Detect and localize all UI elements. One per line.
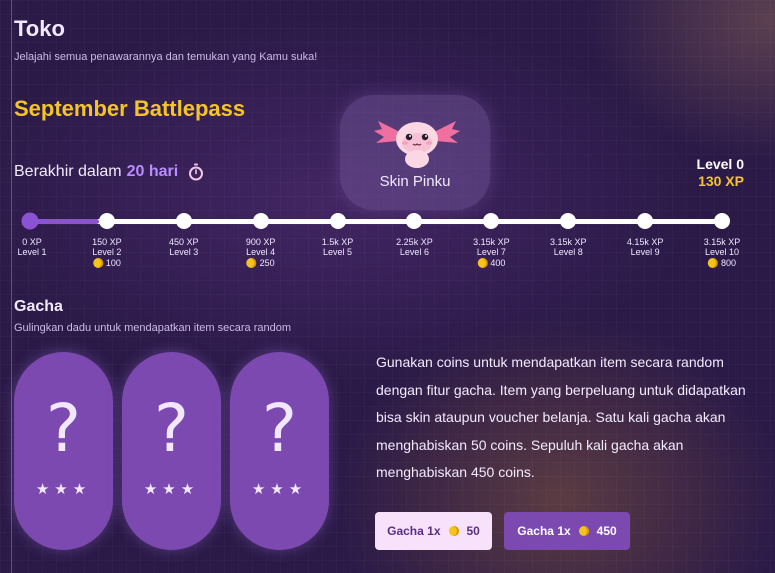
level-name: Level 2 — [92, 247, 122, 257]
page-title: Toko — [14, 16, 65, 41]
level-xp: 3.15k XP — [473, 237, 510, 247]
level-label: 3.15k XP Level 10 800 — [703, 237, 741, 268]
axolotl-icon — [374, 121, 460, 168]
level-node[interactable] — [406, 213, 423, 229]
gacha-capsule[interactable]: ? ★★★ — [230, 352, 329, 550]
mystery-icon: ? — [153, 390, 190, 467]
level-name: Level 5 — [323, 247, 353, 257]
level-node[interactable] — [21, 212, 39, 230]
level-xp: 2.25k XP — [396, 237, 433, 247]
button-cost: 50 — [466, 524, 480, 538]
gacha-10x-button[interactable]: Gacha 1x 450 — [504, 512, 630, 550]
level-label: 0 XP Level 1 — [17, 237, 46, 257]
level-xp: 3.15k XP — [703, 237, 741, 247]
level-xp: 3.15k XP — [549, 237, 587, 247]
skin-name: Skin Pinku — [379, 173, 451, 190]
level-xp: 0 XP — [22, 237, 42, 247]
gacha-1x-button[interactable]: Gacha 1x 50 — [375, 512, 492, 550]
coin-icon — [707, 258, 718, 268]
ends-prefix: Berakhir dalam — [14, 163, 122, 180]
level-node[interactable] — [714, 213, 730, 229]
gacha-capsule[interactable]: ? ★★★ — [14, 352, 113, 550]
button-label: Gacha 1x — [517, 524, 571, 538]
coin-icon — [477, 258, 488, 268]
coin-icon — [246, 258, 257, 268]
level-node[interactable] — [560, 213, 577, 229]
mystery-icon: ? — [45, 390, 82, 467]
gacha-title: Gacha — [14, 298, 63, 315]
level-reward: 250 — [246, 258, 276, 268]
page-subtitle: Jelajahi semua penawarannya dan temukan … — [14, 51, 318, 63]
level-name: Level 8 — [553, 247, 583, 257]
reward-amount: 800 — [720, 258, 737, 268]
coin-icon — [448, 526, 459, 536]
level-node[interactable] — [98, 213, 115, 229]
star-rating: ★★★ — [35, 481, 92, 498]
edge-line — [11, 0, 12, 573]
level-name: Level 4 — [246, 247, 276, 257]
battlepass-ends: Berakhir dalam 20 hari — [14, 163, 205, 181]
level-xp: 450 XP — [169, 237, 199, 247]
coin-icon — [92, 258, 103, 268]
reward-amount: 100 — [105, 258, 121, 268]
star-rating: ★★★ — [251, 481, 308, 498]
level-reward: 800 — [704, 258, 741, 268]
button-label: Gacha 1x — [387, 524, 441, 538]
level-node[interactable] — [483, 213, 500, 229]
level-label: 4.15k XP Level 9 — [627, 237, 664, 257]
level-label: 2.25k XP Level 6 — [396, 237, 433, 257]
background-grid — [0, 0, 775, 573]
level-reward: 400 — [473, 258, 510, 268]
level-name: Level 7 — [476, 247, 506, 257]
level-node[interactable] — [175, 213, 192, 229]
gacha-subtitle: Gulingkan dadu untuk mendapatkan item se… — [14, 322, 292, 334]
button-cost: 450 — [596, 524, 617, 538]
level-name: Level 1 — [17, 247, 47, 257]
level-label: 150 XP Level 2 100 — [92, 237, 122, 268]
level-xp: 150 XP — [92, 237, 122, 247]
level-xp: 4.15k XP — [626, 237, 664, 247]
level-reward: 100 — [92, 258, 122, 268]
level-name: Level 3 — [169, 247, 199, 257]
skin-card[interactable]: Skin Pinku — [340, 95, 490, 210]
gacha-capsule[interactable]: ? ★★★ — [122, 352, 221, 550]
stopwatch-icon — [189, 163, 204, 181]
level-name: Level 9 — [630, 247, 660, 257]
level-label: 900 XP Level 4 250 — [245, 237, 276, 268]
level-name: Level 10 — [704, 247, 740, 257]
coin-icon — [578, 526, 589, 536]
progress-track — [30, 219, 722, 224]
reward-amount: 250 — [259, 258, 275, 268]
level-node[interactable] — [252, 213, 269, 229]
gacha-description: Gunakan coins untuk mendapatkan item sec… — [376, 354, 746, 480]
level-xp: 1.5k XP — [321, 237, 354, 247]
level-name: Level 6 — [399, 247, 429, 257]
current-level: Level 0 — [696, 156, 744, 172]
level-label: 3.15k XP Level 7 400 — [473, 237, 510, 268]
level-label: 1.5k XP Level 5 — [322, 237, 354, 257]
star-rating: ★★★ — [143, 481, 200, 498]
current-xp: 130 XP — [698, 173, 744, 189]
level-xp: 900 XP — [245, 237, 276, 247]
mystery-icon: ? — [261, 390, 298, 467]
level-node[interactable] — [637, 213, 654, 229]
reward-amount: 400 — [490, 258, 506, 268]
ends-days: 20 hari — [126, 163, 179, 180]
battlepass-title: September Battlepass — [14, 96, 246, 121]
level-label: 450 XP Level 3 — [169, 237, 199, 257]
level-label: 3.15k XP Level 8 — [550, 237, 587, 257]
level-node[interactable] — [329, 213, 346, 229]
progress-fill — [30, 219, 100, 224]
